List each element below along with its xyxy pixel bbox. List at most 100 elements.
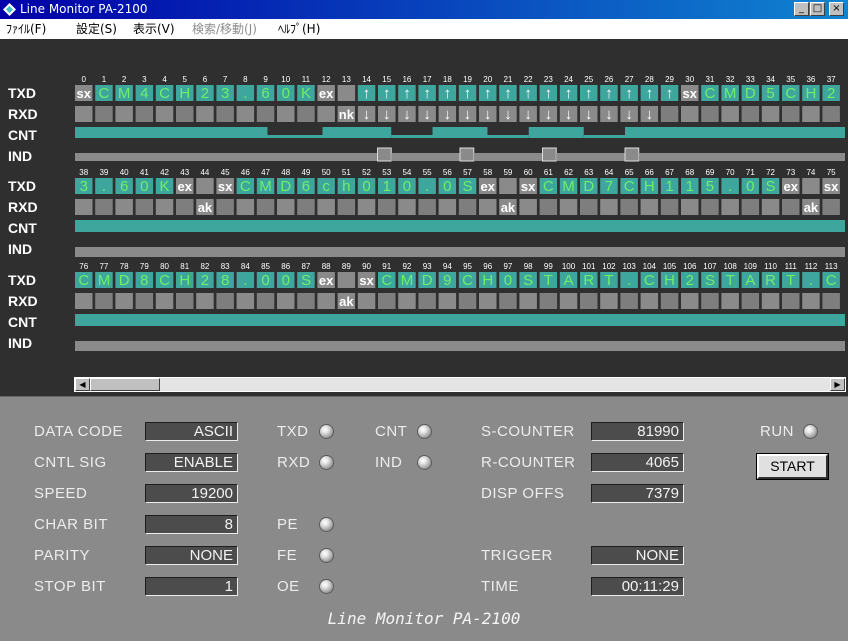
txd-char: D <box>119 272 130 289</box>
run-led-icon <box>803 424 818 439</box>
txd-char: C <box>624 178 635 195</box>
byte-index: 89 <box>342 262 351 271</box>
byte-index: 82 <box>200 262 209 271</box>
rxd-cell <box>256 199 275 215</box>
txd-char: T <box>604 272 613 289</box>
txd-char: S <box>705 272 715 289</box>
byte-index: 0 <box>82 75 87 84</box>
txd-char: C <box>381 272 392 289</box>
byte-index: 25 <box>584 75 593 84</box>
byte-index: 101 <box>582 262 596 271</box>
txd-char: ↑ <box>363 85 371 102</box>
rxd-char: ↓ <box>444 106 452 123</box>
close-button[interactable]: × <box>829 2 844 16</box>
byte-index: 56 <box>443 168 452 177</box>
ind-signal-high <box>542 147 557 162</box>
byte-index: 23 <box>544 75 553 84</box>
byte-index: 87 <box>301 262 310 271</box>
txd-char: C <box>543 178 554 195</box>
scroll-thumb[interactable] <box>90 378 160 391</box>
byte-index: 73 <box>786 168 795 177</box>
rxd-cell <box>337 199 356 215</box>
rxd-cell <box>741 199 760 215</box>
rxd-char: ↓ <box>464 106 472 123</box>
ind-indicator-label: IND <box>375 454 403 471</box>
pe-led-icon <box>319 517 334 532</box>
rxd-cell <box>297 106 315 122</box>
rxd-cell <box>458 293 477 309</box>
oe-indicator-label: OE <box>277 578 300 595</box>
byte-index: 68 <box>685 168 694 177</box>
txd-led-icon <box>319 424 334 439</box>
scroll-left-arrow[interactable]: ◀ <box>75 378 90 391</box>
rxd-cell <box>438 199 457 215</box>
maximize-button[interactable]: □ <box>810 2 825 16</box>
rxd-cell <box>600 199 618 215</box>
cnt-signal-high <box>432 127 488 138</box>
txd-char: sx <box>824 179 839 194</box>
rxd-cell <box>721 106 739 122</box>
rxd-char: ak <box>198 200 213 215</box>
txd-char: D <box>745 85 756 102</box>
byte-index: 84 <box>241 262 250 271</box>
speed-label: SPEED <box>34 485 88 502</box>
txd-char: ex <box>319 273 334 288</box>
rxd-char: ↓ <box>646 106 654 123</box>
menu-view[interactable]: 表示(V) <box>133 19 175 39</box>
rxd-char: ak <box>339 294 354 309</box>
menu-settings[interactable]: 設定(S) <box>76 19 117 39</box>
txd-char: H <box>482 272 493 289</box>
txd-char: ex <box>319 86 334 101</box>
byte-index: 106 <box>683 262 697 271</box>
byte-index: 4 <box>162 75 167 84</box>
txd-char: 7 <box>605 178 613 195</box>
txd-char: H <box>179 85 190 102</box>
txd-char: R <box>583 272 594 289</box>
txd-char: 4 <box>140 85 148 102</box>
rxd-cell <box>277 199 295 215</box>
txd-char: h <box>342 178 350 195</box>
byte-index: 74 <box>806 168 815 177</box>
rxd-cell <box>539 293 558 309</box>
txd-char: ↑ <box>464 85 472 102</box>
app-icon <box>3 3 16 16</box>
menu-help[interactable]: ﾍﾙﾌﾟ(H) <box>278 19 320 39</box>
byte-index: 112 <box>805 262 818 271</box>
minimize-button[interactable]: _ <box>794 2 809 16</box>
byte-index: 34 <box>766 75 775 84</box>
rxd-cell <box>75 199 93 215</box>
cnt-signal <box>75 220 845 232</box>
txd-char: H <box>664 272 675 289</box>
txd-char: sx <box>218 179 233 194</box>
byte-index: 46 <box>241 168 250 177</box>
rxd-cell <box>458 199 477 215</box>
txd-char: ↑ <box>504 85 512 102</box>
cntl-sig-value: ENABLE <box>145 453 238 472</box>
start-button[interactable]: START <box>756 453 829 480</box>
byte-index: 90 <box>362 262 371 271</box>
rxd-cell <box>378 293 396 309</box>
byte-index: 21 <box>503 75 512 84</box>
byte-index: 104 <box>643 262 657 271</box>
cnt-led-icon <box>417 424 432 439</box>
byte-index: 62 <box>564 168 573 177</box>
txd-char: ↑ <box>444 85 452 102</box>
txd-char: S <box>523 272 533 289</box>
txd-char: 0 <box>362 178 370 195</box>
rxd-cell <box>398 293 416 309</box>
rxd-cell <box>782 199 800 215</box>
scroll-right-arrow[interactable]: ▶ <box>830 378 845 391</box>
byte-index: 7 <box>223 75 228 84</box>
rxd-cell <box>418 199 436 215</box>
byte-index: 48 <box>281 168 290 177</box>
menu-search-move[interactable]: 検索/移動(J) <box>192 19 257 39</box>
r-counter-value: 4065 <box>591 453 684 472</box>
trace-section-1: TXDRXDCNTIND0 1 2 3 4 5 6 7 8 9 10 11 12 13 14 15 16 17 18… <box>8 75 845 164</box>
trace-section-2: TXDRXDCNTIND38 39 40 41 42 43 44 45 46 47 48 49 50 51… <box>8 168 845 257</box>
rxd-cell <box>75 293 93 309</box>
horizontal-scrollbar[interactable]: ◀ ▶ <box>74 377 846 392</box>
rxd-cell <box>822 199 840 215</box>
cnt-signal <box>75 314 845 326</box>
menu-file[interactable]: ﾌｧｲﾙ(F) <box>6 19 46 39</box>
txd-char: 3 <box>80 178 88 195</box>
